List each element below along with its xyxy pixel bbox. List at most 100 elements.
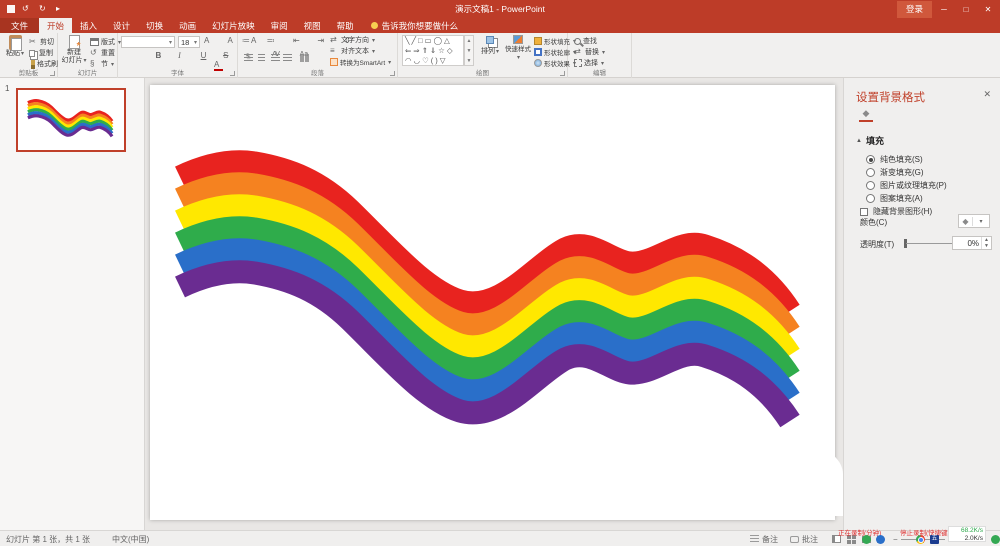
gallery-down-icon[interactable]: ▼ xyxy=(465,46,473,56)
copy-button[interactable]: 复制 xyxy=(29,48,53,58)
tab-home[interactable]: 开始 xyxy=(39,18,72,33)
language-indicator[interactable]: 中文(中国) xyxy=(112,531,149,546)
comments-button[interactable]: 批注 xyxy=(790,531,818,546)
quick-styles-button[interactable]: 快速样式 xyxy=(504,35,532,62)
pattern-fill-option[interactable]: 图案填充(A) xyxy=(866,193,923,204)
decrease-indent-button[interactable] xyxy=(293,37,302,46)
new-slide-button[interactable]: 新建 幻灯片 xyxy=(60,35,88,65)
rainbow-shape[interactable] xyxy=(150,85,835,520)
antivirus-tray-icon[interactable] xyxy=(991,535,1000,544)
tab-insert[interactable]: 插入 xyxy=(72,18,105,33)
drawing-group-label: 绘图 xyxy=(398,67,567,77)
slide-1-thumbnail[interactable] xyxy=(16,88,126,152)
increase-indent-button[interactable] xyxy=(318,37,327,46)
tab-view[interactable]: 视图 xyxy=(296,18,329,33)
save-icon[interactable] xyxy=(7,5,15,13)
hide-background-option[interactable]: 隐藏背景图形(H) xyxy=(860,206,932,217)
italic-button[interactable] xyxy=(178,52,187,61)
color-picker-button[interactable]: ◆ ▾ xyxy=(958,214,990,228)
decrease-font-button[interactable] xyxy=(228,37,237,46)
columns-button[interactable] xyxy=(300,54,309,62)
bold-button[interactable] xyxy=(156,52,165,61)
layout-button[interactable]: 版式 xyxy=(90,37,121,47)
align-left-button[interactable] xyxy=(244,54,253,62)
transparency-spinner[interactable]: 0% ▲▼ xyxy=(952,236,992,250)
tab-file[interactable]: 文件 xyxy=(0,18,39,33)
spinner-arrows-icon[interactable]: ▲▼ xyxy=(981,237,991,249)
shapes-row-2[interactable]: ⇐⇒⇑⇓☆◇ xyxy=(405,46,463,56)
tab-help[interactable]: 帮助 xyxy=(329,18,362,33)
thumbnail-rainbow-graphic xyxy=(18,90,124,150)
picture-fill-radio[interactable] xyxy=(866,181,875,190)
fill-bucket-icon[interactable] xyxy=(859,108,873,122)
recorder-tray-icon[interactable] xyxy=(862,535,871,544)
browser-tray-icon[interactable] xyxy=(876,535,885,544)
pattern-fill-radio[interactable] xyxy=(866,194,875,203)
justify-button[interactable] xyxy=(283,54,292,62)
gallery-more-icon[interactable]: ▼ xyxy=(465,56,473,66)
arrange-button[interactable]: 排列 xyxy=(478,35,502,56)
numbering-button[interactable] xyxy=(267,37,276,46)
bullets-button[interactable] xyxy=(242,37,251,46)
tell-me-box[interactable]: 告诉我你想要做什么 xyxy=(362,18,468,33)
font-size-combo[interactable]: 18▾ xyxy=(178,36,200,48)
minimize-button[interactable]: ─ xyxy=(934,0,954,18)
drawing-dialog-launcher[interactable] xyxy=(560,71,565,76)
font-group-label: 字体 xyxy=(118,67,237,77)
input-method-icon[interactable]: 五 xyxy=(930,535,939,544)
tab-slideshow[interactable]: 幻灯片放映 xyxy=(204,18,263,33)
clipboard-dialog-launcher[interactable] xyxy=(50,71,55,76)
slide-number: 1 xyxy=(5,84,9,93)
solid-fill-option[interactable]: 纯色填充(S) xyxy=(866,154,923,165)
slide-thumbnail-panel[interactable]: 1 xyxy=(0,78,145,530)
picture-fill-option[interactable]: 图片或纹理填充(P) xyxy=(866,180,947,191)
shapes-gallery-scrollbar[interactable]: ▲ ▼ ▼ xyxy=(464,35,474,66)
align-center-button[interactable] xyxy=(258,54,265,62)
hide-background-checkbox[interactable] xyxy=(860,208,868,216)
solid-fill-radio[interactable] xyxy=(866,155,875,164)
pane-close-icon[interactable]: ✕ xyxy=(983,89,991,100)
find-button[interactable]: 查找 xyxy=(574,36,597,46)
shapes-gallery[interactable]: ╲╱□▭◯△ ⇐⇒⇑⇓☆◇ ◠◡♡()▽ xyxy=(402,35,464,66)
gradient-fill-radio[interactable] xyxy=(866,168,875,177)
restore-button[interactable]: □ xyxy=(956,0,976,18)
undo-icon[interactable] xyxy=(22,5,32,14)
redo-icon[interactable] xyxy=(39,5,49,14)
gradient-fill-option[interactable]: 渐变填充(G) xyxy=(866,167,924,178)
paste-button[interactable]: 粘贴 xyxy=(3,35,27,58)
gallery-up-icon[interactable]: ▲ xyxy=(465,36,473,46)
replace-button[interactable]: 替换 xyxy=(574,47,605,57)
comments-icon xyxy=(790,536,799,543)
strikethrough-button[interactable] xyxy=(223,52,232,61)
shapes-row-1[interactable]: ╲╱□▭◯△ xyxy=(405,36,463,46)
paragraph-dialog-launcher[interactable] xyxy=(390,71,395,76)
tab-review[interactable]: 审阅 xyxy=(263,18,296,33)
transparency-slider-track[interactable] xyxy=(906,243,952,244)
signin-button[interactable]: 登录 xyxy=(897,1,932,18)
align-text-button[interactable]: 对齐文本 xyxy=(330,46,375,56)
reset-button[interactable]: 重置 xyxy=(90,48,115,58)
tab-transitions[interactable]: 切换 xyxy=(138,18,171,33)
cut-button[interactable]: 剪切 xyxy=(29,37,54,47)
select-icon xyxy=(574,59,582,67)
clipboard-group: 粘贴 剪切 复制 格式刷 剪贴板 xyxy=(0,33,58,78)
cut-icon xyxy=(29,38,38,47)
text-direction-button[interactable]: 文字方向 xyxy=(330,35,375,45)
lightbulb-icon xyxy=(371,22,378,29)
close-button[interactable]: ✕ xyxy=(978,0,998,18)
network-speed-monitor[interactable]: 68.2K/s 2.0K/s xyxy=(948,526,986,542)
chrome-icon[interactable] xyxy=(916,535,925,544)
shapes-row-3[interactable]: ◠◡♡()▽ xyxy=(405,56,463,66)
convert-smartart-button[interactable]: 转换为SmartArt xyxy=(330,57,391,67)
font-dialog-launcher[interactable] xyxy=(230,71,235,76)
tab-animations[interactable]: 动画 xyxy=(171,18,204,33)
slide-canvas[interactable] xyxy=(150,85,835,520)
increase-font-button[interactable] xyxy=(204,37,213,46)
align-right-button[interactable] xyxy=(271,54,280,62)
font-name-combo[interactable]: ▾ xyxy=(121,36,175,48)
tab-design[interactable]: 设计 xyxy=(105,18,138,33)
underline-button[interactable] xyxy=(201,52,210,61)
fill-section-header[interactable]: ▲ 填充 xyxy=(856,134,884,147)
start-slideshow-icon[interactable] xyxy=(56,5,66,14)
notes-button[interactable]: 备注 xyxy=(750,531,778,546)
